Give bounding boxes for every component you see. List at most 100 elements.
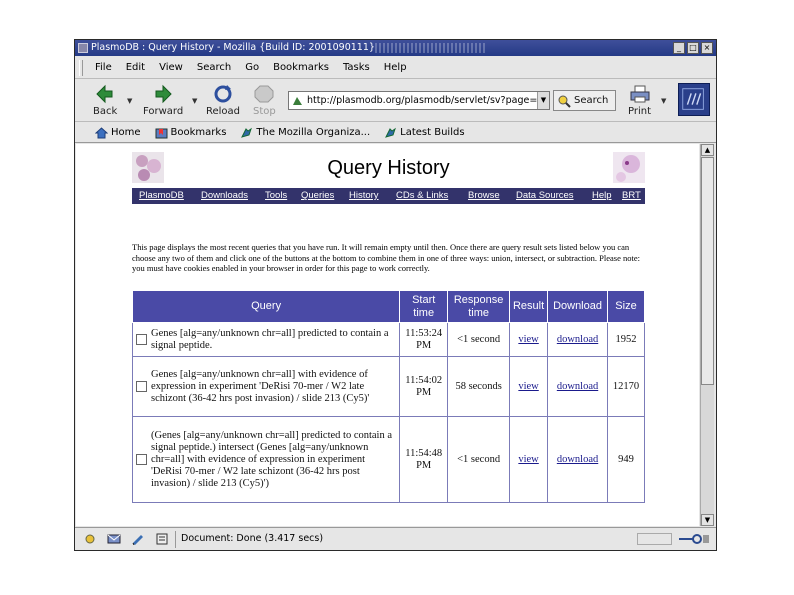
maximize-button[interactable]: □ bbox=[687, 42, 699, 54]
status-divider bbox=[175, 531, 176, 548]
menu-view[interactable]: View bbox=[159, 62, 183, 73]
menu-file[interactable]: File bbox=[95, 62, 112, 73]
navigation-toolbar: Back ▼ Forward ▼ Reload Stop http://plas… bbox=[75, 80, 716, 122]
nav-help[interactable]: Help bbox=[592, 188, 612, 204]
personal-toolbar: Home Bookmarks The Mozilla Organiza... L… bbox=[75, 123, 716, 143]
status-bar: Document: Done (3.417 secs) bbox=[75, 527, 716, 550]
menu-search[interactable]: Search bbox=[197, 62, 231, 73]
title-bar-texture bbox=[375, 43, 485, 53]
search-icon bbox=[558, 95, 571, 108]
download-cell: download bbox=[547, 322, 608, 357]
start-time: 11:54:48 PM bbox=[399, 416, 449, 503]
vertical-scrollbar[interactable]: ▲ ▼ bbox=[700, 144, 714, 526]
nav-brt[interactable]: BRT bbox=[622, 188, 641, 204]
menu-edit[interactable]: Edit bbox=[126, 62, 145, 73]
scrollbar-thumb[interactable] bbox=[701, 157, 714, 385]
menubar-grip[interactable] bbox=[79, 60, 83, 76]
row-checkbox[interactable] bbox=[136, 454, 147, 465]
download-link[interactable]: download bbox=[557, 381, 598, 392]
search-button[interactable]: Search bbox=[553, 90, 616, 111]
response-time: <1 second bbox=[447, 416, 511, 503]
reload-button[interactable]: Reload bbox=[206, 84, 240, 117]
security-lock-icon[interactable] bbox=[677, 532, 711, 546]
title-bar[interactable]: PlasmoDB : Query History - Mozilla {Buil… bbox=[75, 40, 716, 56]
row-checkbox[interactable] bbox=[136, 334, 147, 345]
navigator-icon[interactable] bbox=[83, 533, 97, 545]
col-download: Download bbox=[547, 290, 608, 323]
menu-bookmarks[interactable]: Bookmarks bbox=[273, 62, 329, 73]
table-row: (Genes [alg=any/unknown chr=all] predict… bbox=[131, 416, 645, 503]
query-cell: Genes [alg=any/unknown chr=all] with evi… bbox=[131, 356, 401, 417]
menu-go[interactable]: Go bbox=[245, 62, 259, 73]
address-book-icon[interactable] bbox=[155, 533, 169, 545]
app-icon bbox=[78, 43, 88, 53]
site-navbar: PlasmoDB Downloads Tools Queries History… bbox=[132, 188, 645, 204]
response-time: 58 seconds bbox=[447, 356, 511, 417]
mozilla-logo-icon bbox=[682, 88, 704, 110]
window-title: PlasmoDB : Query History - Mozilla {Buil… bbox=[91, 42, 375, 53]
page-banner: Query History bbox=[132, 152, 645, 184]
status-text: Document: Done (3.417 secs) bbox=[181, 533, 324, 544]
bookmarks-menu[interactable]: Bookmarks bbox=[155, 127, 227, 139]
nav-browse[interactable]: Browse bbox=[468, 188, 500, 204]
mail-icon[interactable] bbox=[107, 533, 121, 545]
nav-plasmodb[interactable]: PlasmoDB bbox=[139, 188, 184, 204]
browser-window: PlasmoDB : Query History - Mozilla {Buil… bbox=[74, 39, 717, 551]
row-checkbox[interactable] bbox=[136, 381, 147, 392]
view-link[interactable]: view bbox=[518, 334, 538, 345]
print-label: Print bbox=[628, 106, 652, 117]
nav-cds-links[interactable]: CDs & Links bbox=[396, 188, 448, 204]
scroll-down-icon[interactable]: ▼ bbox=[701, 514, 714, 526]
bookmarks-label: Bookmarks bbox=[170, 127, 227, 138]
col-response-time: Response time bbox=[447, 290, 511, 323]
printer-icon bbox=[630, 85, 649, 103]
query-cell: (Genes [alg=any/unknown chr=all] predict… bbox=[131, 416, 401, 503]
forward-button[interactable]: Forward bbox=[143, 84, 183, 117]
url-dropdown-icon[interactable]: ▼ bbox=[537, 92, 549, 109]
print-button[interactable]: Print bbox=[628, 84, 651, 117]
nav-downloads[interactable]: Downloads bbox=[201, 188, 248, 204]
stop-button[interactable]: Stop bbox=[253, 84, 276, 117]
throbber-logo[interactable] bbox=[678, 83, 710, 116]
menu-bar: File Edit View Search Go Bookmarks Tasks… bbox=[75, 57, 716, 79]
bookmark-link-icon bbox=[385, 127, 397, 138]
view-link[interactable]: view bbox=[518, 381, 538, 392]
search-label: Search bbox=[574, 95, 609, 106]
composer-icon[interactable] bbox=[131, 533, 145, 545]
minimize-button[interactable]: _ bbox=[673, 42, 685, 54]
scroll-up-icon[interactable]: ▲ bbox=[701, 144, 714, 156]
start-time: 11:53:24 PM bbox=[399, 322, 449, 357]
back-button[interactable]: Back bbox=[93, 84, 117, 117]
nav-data-sources[interactable]: Data Sources bbox=[516, 188, 574, 204]
url-text: http://plasmodb.org/plasmodb/servlet/sv?… bbox=[307, 95, 550, 106]
download-cell: download bbox=[547, 356, 608, 417]
nav-queries[interactable]: Queries bbox=[301, 188, 334, 204]
back-dropdown-icon[interactable]: ▼ bbox=[127, 97, 132, 105]
url-field[interactable]: http://plasmodb.org/plasmodb/servlet/sv?… bbox=[288, 91, 550, 110]
col-query: Query bbox=[131, 290, 401, 323]
menu-help[interactable]: Help bbox=[384, 62, 407, 73]
nav-history[interactable]: History bbox=[349, 188, 379, 204]
forward-dropdown-icon[interactable]: ▼ bbox=[192, 97, 197, 105]
download-link[interactable]: download bbox=[557, 454, 598, 465]
table-header-row: Query Start time Response time Result Do… bbox=[131, 290, 645, 323]
print-dropdown-icon[interactable]: ▼ bbox=[661, 97, 666, 105]
download-link[interactable]: download bbox=[557, 334, 598, 345]
view-link[interactable]: view bbox=[518, 454, 538, 465]
window-controls: _ □ × bbox=[673, 42, 713, 54]
reload-label: Reload bbox=[206, 106, 241, 117]
stop-icon bbox=[254, 85, 274, 103]
result-size: 1952 bbox=[607, 322, 645, 357]
page-title: Query History bbox=[327, 157, 450, 179]
progress-meter bbox=[637, 533, 672, 545]
close-button[interactable]: × bbox=[701, 42, 713, 54]
home-link[interactable]: Home bbox=[95, 126, 141, 139]
query-text: Genes [alg=any/unknown chr=all] predicte… bbox=[151, 327, 389, 351]
home-icon bbox=[95, 126, 108, 138]
nav-tools[interactable]: Tools bbox=[265, 188, 287, 204]
latest-builds-link[interactable]: Latest Builds bbox=[384, 127, 465, 139]
back-arrow-icon bbox=[96, 84, 113, 104]
mozilla-org-link[interactable]: The Mozilla Organiza... bbox=[240, 127, 370, 139]
menu-tasks[interactable]: Tasks bbox=[343, 62, 370, 73]
page-content: Query History PlasmoDB Downloads Tools Q… bbox=[76, 144, 699, 526]
